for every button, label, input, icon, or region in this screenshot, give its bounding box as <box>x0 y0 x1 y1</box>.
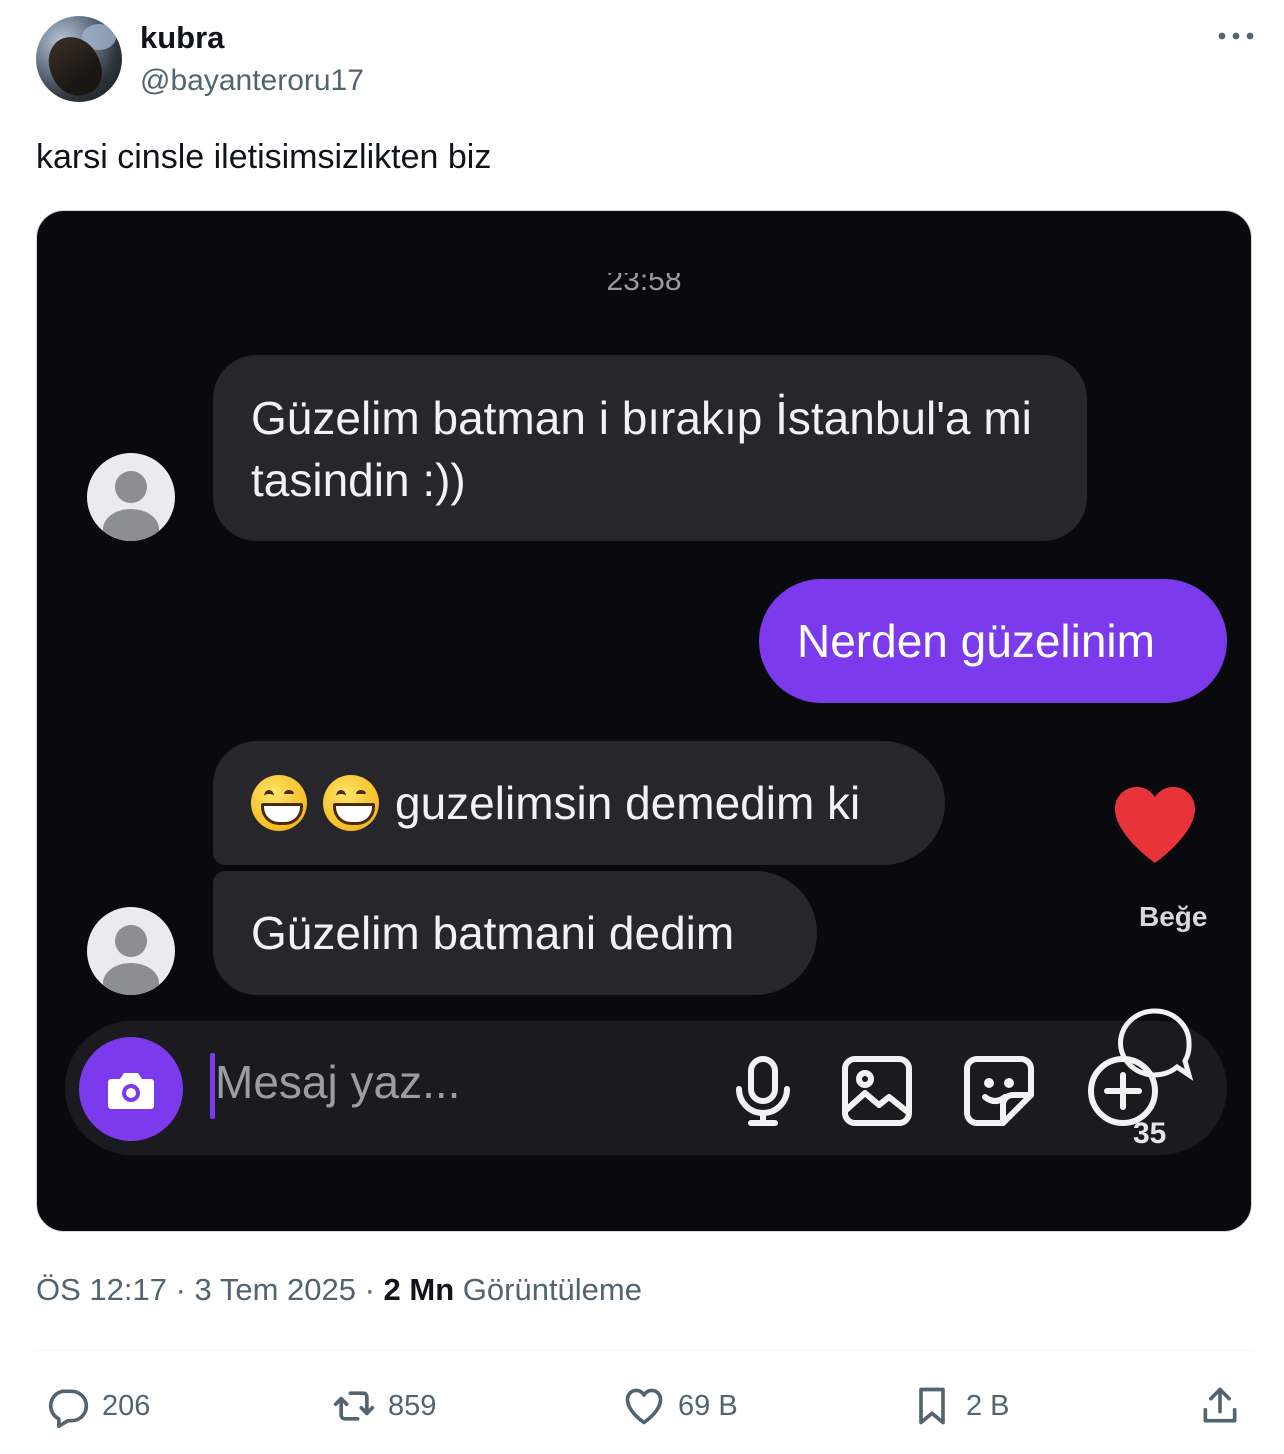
bookmark-icon <box>919 1387 945 1425</box>
heart-icon <box>1115 787 1195 863</box>
more-icon[interactable] <box>1216 26 1256 50</box>
received-message-bubble: Güzelim batmani dedim <box>213 871 817 995</box>
received-message-bubble: guzelimsin demedim ki <box>213 741 945 865</box>
tweet-date[interactable]: 3 Tem 2025 <box>195 1272 356 1307</box>
author-avatar[interactable] <box>36 16 122 102</box>
message-composer: Mesaj yaz... <box>65 1021 1227 1155</box>
bookmark-count: 2 B <box>966 1389 1010 1422</box>
message-input[interactable]: Mesaj yaz... <box>215 1055 460 1109</box>
tweet-media-image[interactable]: 23:58 Güzelim batman i bırakıp İstanbul'… <box>36 210 1252 1232</box>
repost-button[interactable]: 859 <box>332 1378 436 1434</box>
sent-message-bubble: Nerden güzelinim <box>759 579 1227 703</box>
bookmark-button[interactable]: 2 B <box>910 1378 1010 1434</box>
message-text: guzelimsin demedim ki <box>395 777 861 829</box>
views-label: Görüntüleme <box>454 1272 642 1307</box>
share-icon <box>1203 1387 1237 1423</box>
contact-avatar <box>87 907 175 995</box>
chat-timestamp: 23:58 <box>606 273 682 297</box>
like-count: 69 B <box>678 1389 738 1422</box>
grinning-face-emoji <box>251 774 307 831</box>
gallery-icon[interactable] <box>837 1051 917 1131</box>
author-display-name[interactable]: kubra <box>140 20 224 56</box>
like-button[interactable]: 69 B <box>622 1378 738 1434</box>
tweet-header: kubra @bayanteroru17 <box>36 16 1256 106</box>
contact-avatar <box>87 453 175 541</box>
like-icon <box>625 1388 663 1425</box>
repost-count: 859 <box>388 1389 437 1422</box>
divider <box>36 1350 1252 1351</box>
reply-count: 206 <box>102 1389 151 1422</box>
repost-icon <box>333 1391 375 1421</box>
camera-button[interactable] <box>79 1037 183 1141</box>
meta-separator: · <box>166 1272 195 1307</box>
tweet-meta: ÖS 12:17 · 3 Tem 2025 · 2 Mn Görüntüleme <box>36 1272 642 1308</box>
share-button[interactable] <box>1198 1378 1242 1434</box>
reply-icon <box>48 1389 89 1428</box>
overlay-count: 35 <box>1133 1117 1167 1150</box>
tweet-text: karsi cinsle iletisimsizlikten biz <box>36 138 492 176</box>
reply-button[interactable]: 206 <box>46 1378 150 1434</box>
action-bar: 206 859 69 B 2 B <box>36 1378 1252 1434</box>
grinning-face-emoji <box>323 774 379 831</box>
comment-bubble-icon <box>1118 1008 1194 1081</box>
sticker-icon[interactable] <box>959 1051 1039 1131</box>
camera-icon <box>108 1073 154 1109</box>
meta-separator: · <box>355 1272 384 1307</box>
views-count: 2 Mn <box>383 1272 455 1307</box>
mic-icon[interactable] <box>723 1051 803 1131</box>
author-handle[interactable]: @bayanteroru17 <box>140 64 364 98</box>
received-message-bubble: Güzelim batman i bırakıp İstanbul'a mi t… <box>213 355 1087 541</box>
like-label: Beğe <box>1139 901 1208 932</box>
tweet-time[interactable]: ÖS 12:17 <box>36 1272 167 1307</box>
